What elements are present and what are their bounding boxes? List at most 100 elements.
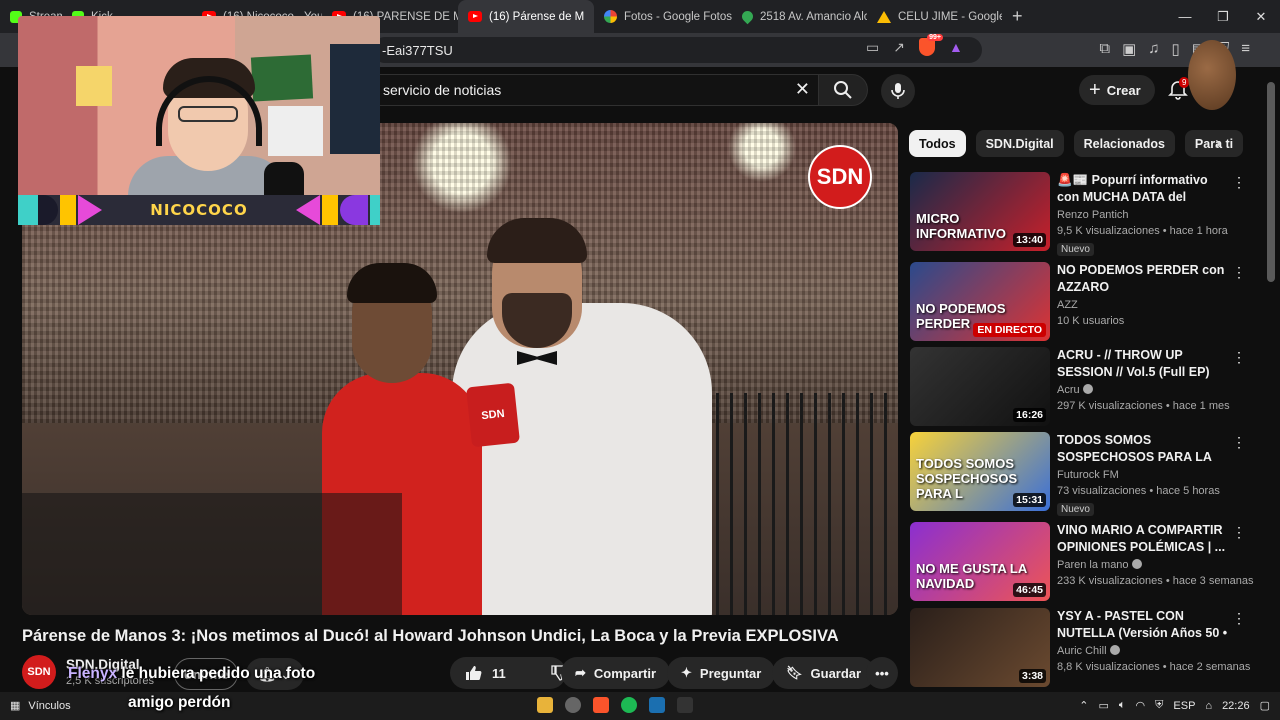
search-button[interactable] [818,74,868,106]
more-vertical-icon[interactable]: ⋮ [1232,610,1246,627]
shield-icon[interactable]: ⛨ [1155,699,1163,712]
clock-time[interactable]: 22:26 [1222,700,1250,712]
notifications-icon[interactable]: ▢ [1260,699,1270,712]
recommended-title[interactable]: 🚨📰 Popurrí informativo con MUCHA DATA de… [1057,172,1229,206]
minimize-icon[interactable]: — [1166,0,1204,33]
taskbar-links-label[interactable]: Vínculos [28,700,70,712]
channel-name-text: Acru [1057,384,1080,396]
recommended-title[interactable]: NO PODEMOS PERDER con AZZARO [1057,262,1229,296]
cast-icon[interactable]: ▭ [866,39,879,56]
scrollbar-thumb[interactable] [1267,82,1275,282]
extensions-icon[interactable]: ⧉ [1099,40,1110,58]
recommended-channel[interactable]: Futurock FM [1057,469,1119,481]
recommended-title[interactable]: YSY A - PASTEL CON NUTELLA (Versión Años… [1057,608,1229,642]
youtube-icon [468,11,482,22]
voice-search-button[interactable] [881,74,915,108]
save-button[interactable]: 🔖︎ Guardar [772,657,876,689]
wifi-icon[interactable]: ◠ [1136,699,1146,712]
tab-youtube-active[interactable]: (16) Párense de M ✕ [458,0,594,33]
sparkle-icon: ✦ [681,665,692,680]
channel-avatar[interactable]: SDN [22,655,56,689]
recommended-channel[interactable]: Paren la mano [1057,559,1142,571]
recommended-video[interactable]: 16:26 ACRU - // THROW UP SESSION // Vol.5… [910,347,1250,427]
microphone-flag: SDN [465,382,521,448]
brave-browser-icon[interactable] [593,697,609,713]
google-photos-icon [604,10,617,23]
ask-button[interactable]: ✦ Preguntar [667,657,776,689]
recommended-title[interactable]: TODOS SOMOS SOSPECHOSOS PARA LA SIDE | J… [1057,432,1229,466]
more-vertical-icon[interactable]: ⋮ [1232,349,1246,366]
recommended-channel[interactable]: Acru [1057,384,1093,396]
like-button[interactable]: 11 [450,657,520,689]
share-button[interactable]: ➦ Compartir [561,657,671,689]
url-text: -Eai377TSU [382,42,453,58]
brave-shields-icon[interactable]: 99+ [918,34,943,56]
capcut-icon[interactable] [677,697,693,713]
live-badge: EN DIRECTO [973,323,1046,337]
recommended-video[interactable]: NO ME GUSTA LA NAVIDAD 46:45 VINO MARIO A … [910,522,1253,602]
new-tab-button[interactable]: + [1002,6,1033,27]
media-icon[interactable]: ♫ [1148,40,1159,58]
share-icon[interactable]: ↗ [893,39,905,56]
chip-all[interactable]: Todos [909,130,966,157]
tab-google-photos[interactable]: Fotos - Google Fotos [594,0,732,33]
menu-icon[interactable]: ≡ [1241,40,1250,58]
brave-rewards-icon[interactable]: ▲ [949,39,963,55]
more-actions-button[interactable]: ••• [866,657,898,689]
chip-label: SDN.Digital [985,136,1054,151]
recommended-channel[interactable]: Auric Chill [1057,645,1120,657]
google-drive-icon [877,10,891,23]
barrier-railing [702,393,898,615]
recommended-channel[interactable]: Renzo Pantich [1057,209,1129,221]
chevron-up-icon[interactable]: ⌃ [1079,699,1088,712]
more-vertical-icon[interactable]: ⋮ [1232,434,1246,451]
clear-search-icon[interactable]: ✕ [795,79,810,100]
bookmark-icon: 🔖︎ [786,665,803,680]
tab-google-maps[interactable]: 2518 Av. Amancio Alc [732,0,867,33]
volume-icon[interactable]: 🔈︎ [1119,699,1126,712]
chip-for-you[interactable]: Para ti [1184,130,1243,157]
spotify-icon[interactable] [621,697,637,713]
new-badge: Nuevo [1057,503,1094,516]
recommended-video[interactable]: NO PODEMOS PERDER EN DIRECTO NO PODEMOS PE… [910,262,1250,342]
chip-channel[interactable]: SDN.Digital [975,130,1064,157]
create-button[interactable]: + Crear [1079,75,1155,105]
language-indicator[interactable]: ESP [1173,700,1195,712]
recommended-title[interactable]: VINO MARIO A COMPARTIR OPINIONES POLÉMIC… [1057,522,1229,556]
monitor-icon[interactable]: ▭ [1099,699,1109,712]
network-icon[interactable]: ⌂ [1205,700,1212,712]
maximize-icon[interactable]: ❐ [1204,0,1242,33]
video-thumbnail[interactable]: MICRO INFORMATIVO 13:40 [910,172,1050,251]
tab-label: Fotos - Google Fotos [624,10,732,23]
recommended-meta: 73 visualizaciones • hace 5 horas [1057,485,1220,497]
close-window-icon[interactable]: ✕ [1242,0,1280,33]
video-thumbnail[interactable]: 3:38 [910,608,1050,687]
steam-icon[interactable] [649,697,665,713]
more-vertical-icon[interactable]: ⋮ [1232,524,1246,541]
recommended-title[interactable]: ACRU - // THROW UP SESSION // Vol.5 (Ful… [1057,347,1229,381]
recommended-video[interactable]: MICRO INFORMATIVO 13:40 🚨📰 Popurrí informa… [910,172,1250,256]
grid-icon[interactable]: ▦ [10,699,20,712]
recommended-channel[interactable]: AZZ [1057,299,1078,311]
video-thumbnail[interactable]: TODOS SOMOS SOSPECHOSOS PARA L 15:31 [910,432,1050,511]
chevron-right-icon[interactable]: › [1215,133,1221,154]
search-input[interactable]: servicio de noticias ✕ [372,74,818,106]
video-thumbnail[interactable]: 16:26 [910,347,1050,426]
recommended-video[interactable]: 3:38 YSY A - PASTEL CON NUTELLA (Versión … [910,608,1250,688]
file-explorer-icon[interactable] [537,697,553,713]
more-vertical-icon[interactable]: ⋮ [1232,174,1246,191]
more-horizontal-icon: ••• [875,665,889,681]
sidebar-icon[interactable]: ▯ [1172,40,1180,58]
man-white-suit [452,303,712,615]
screenshot-icon[interactable]: ▣ [1122,40,1136,58]
deco [322,195,338,225]
recommended-meta: 9,5 K visualizaciones • hace 1 hora [1057,225,1228,237]
recommended-video[interactable]: TODOS SOMOS SOSPECHOSOS PARA L 15:31 TODOS… [910,432,1250,516]
tab-google-drive[interactable]: CELU JIME - Google D [867,0,1002,33]
more-vertical-icon[interactable]: ⋮ [1232,264,1246,281]
video-thumbnail[interactable]: NO ME GUSTA LA NAVIDAD 46:45 [910,522,1050,601]
video-thumbnail[interactable]: NO PODEMOS PERDER EN DIRECTO [910,262,1050,341]
deco [78,195,102,225]
chip-related[interactable]: Relacionados [1073,130,1175,157]
clock-app-icon[interactable] [565,697,581,713]
